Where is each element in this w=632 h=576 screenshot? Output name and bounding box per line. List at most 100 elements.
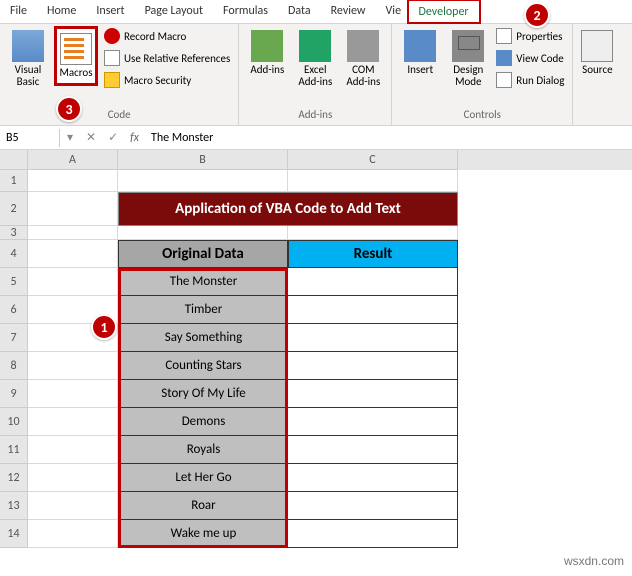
- code-group-label: Code: [6, 106, 232, 123]
- cell-c9[interactable]: [288, 380, 458, 408]
- cell-c1[interactable]: [288, 170, 458, 192]
- row-header-1[interactable]: 1: [0, 170, 28, 192]
- design-mode-button[interactable]: Design Mode: [446, 26, 490, 92]
- cell-b1[interactable]: [118, 170, 288, 192]
- cell-a13[interactable]: [28, 492, 118, 520]
- run-dialog-icon: [496, 72, 512, 88]
- tab-file[interactable]: File: [0, 0, 37, 23]
- macro-security-button[interactable]: Macro Security: [102, 70, 232, 90]
- cell-a14[interactable]: [28, 520, 118, 548]
- visual-basic-button[interactable]: Visual Basic: [6, 26, 50, 92]
- tab-review[interactable]: Review: [321, 0, 376, 23]
- tab-page-layout[interactable]: Page Layout: [135, 0, 213, 23]
- callout-badge-2: 2: [524, 2, 550, 28]
- macros-button[interactable]: Macros: [54, 26, 98, 86]
- tab-data[interactable]: Data: [278, 0, 321, 23]
- cell-a4[interactable]: [28, 240, 118, 268]
- cell-b9[interactable]: Story Of My Life: [118, 380, 288, 408]
- cell-a5[interactable]: [28, 268, 118, 296]
- cell-c5[interactable]: [288, 268, 458, 296]
- cell-b13[interactable]: Roar: [118, 492, 288, 520]
- record-macro-button[interactable]: Record Macro: [102, 26, 232, 46]
- cell-a10[interactable]: [28, 408, 118, 436]
- row-header-8[interactable]: 8: [0, 352, 28, 380]
- record-icon: [104, 28, 120, 44]
- cell-b6[interactable]: Timber: [118, 296, 288, 324]
- tab-home[interactable]: Home: [37, 0, 86, 23]
- cell-a12[interactable]: [28, 464, 118, 492]
- header-result[interactable]: Result: [288, 240, 458, 268]
- use-relative-button[interactable]: Use Relative References: [102, 48, 232, 68]
- row-header-10[interactable]: 10: [0, 408, 28, 436]
- com-addins-button[interactable]: COM Add-ins: [341, 26, 385, 92]
- row-header-12[interactable]: 12: [0, 464, 28, 492]
- col-header-b[interactable]: B: [118, 150, 288, 170]
- row-header-5[interactable]: 5: [0, 268, 28, 296]
- cell-a11[interactable]: [28, 436, 118, 464]
- cell-b11[interactable]: Royals: [118, 436, 288, 464]
- ribbon-group-addins: Add-ins Excel Add-ins COM Add-ins Add-in…: [239, 24, 392, 125]
- row-header-4[interactable]: 4: [0, 240, 28, 268]
- cell-b5[interactable]: The Monster: [118, 268, 288, 296]
- row-header-14[interactable]: 14: [0, 520, 28, 548]
- cell-c11[interactable]: [288, 436, 458, 464]
- formula-input[interactable]: The Monster: [145, 129, 632, 147]
- view-code-icon: [496, 50, 512, 66]
- row-header-2[interactable]: 2: [0, 192, 28, 226]
- header-original-data[interactable]: Original Data: [118, 240, 288, 268]
- cell-b7[interactable]: Say Something: [118, 324, 288, 352]
- run-dialog-button[interactable]: Run Dialog: [494, 70, 566, 90]
- cell-b3[interactable]: [118, 226, 288, 240]
- relative-icon: [104, 50, 120, 66]
- enter-icon: ✓: [102, 130, 124, 145]
- col-header-c[interactable]: C: [288, 150, 458, 170]
- cell-b12[interactable]: Let Her Go: [118, 464, 288, 492]
- cell-a2[interactable]: [28, 192, 118, 226]
- cell-c14[interactable]: [288, 520, 458, 548]
- addins-button[interactable]: Add-ins: [245, 26, 289, 80]
- row-header-6[interactable]: 6: [0, 296, 28, 324]
- tab-insert[interactable]: Insert: [86, 0, 134, 23]
- cell-c3[interactable]: [288, 226, 458, 240]
- worksheet-grid: A B C 1 2 Application of VBA Code to Add …: [0, 150, 632, 548]
- title-merged-cell[interactable]: Application of VBA Code to Add Text: [118, 192, 458, 226]
- row-header-9[interactable]: 9: [0, 380, 28, 408]
- excel-addins-button[interactable]: Excel Add-ins: [293, 26, 337, 92]
- watermark: wsxdn.com: [564, 554, 624, 568]
- row-header-3[interactable]: 3: [0, 226, 28, 240]
- row-header-13[interactable]: 13: [0, 492, 28, 520]
- ribbon-group-controls: Insert Design Mode Properties View Code …: [392, 24, 573, 125]
- name-box[interactable]: B5: [0, 129, 60, 147]
- fx-icon[interactable]: fx: [124, 131, 145, 145]
- cell-c8[interactable]: [288, 352, 458, 380]
- cell-a1[interactable]: [28, 170, 118, 192]
- cell-b10[interactable]: Demons: [118, 408, 288, 436]
- cell-a3[interactable]: [28, 226, 118, 240]
- name-box-dropdown[interactable]: ▾: [60, 130, 80, 145]
- row-header-7[interactable]: 7: [0, 324, 28, 352]
- formula-bar: B5 ▾ ✕ ✓ fx The Monster: [0, 126, 632, 150]
- insert-control-button[interactable]: Insert: [398, 26, 442, 80]
- cell-c10[interactable]: [288, 408, 458, 436]
- cell-c6[interactable]: [288, 296, 458, 324]
- tab-developer[interactable]: Developer: [407, 0, 481, 24]
- tab-view[interactable]: Vie: [376, 0, 408, 23]
- cell-a9[interactable]: [28, 380, 118, 408]
- tab-formulas[interactable]: Formulas: [213, 0, 278, 23]
- view-code-button[interactable]: View Code: [494, 48, 566, 68]
- row-header-11[interactable]: 11: [0, 436, 28, 464]
- properties-button[interactable]: Properties: [494, 26, 566, 46]
- ribbon-group-xml: Source: [573, 24, 613, 125]
- source-button[interactable]: Source: [579, 26, 613, 80]
- cell-b8[interactable]: Counting Stars: [118, 352, 288, 380]
- cell-b14[interactable]: Wake me up: [118, 520, 288, 548]
- addins-group-label: Add-ins: [245, 106, 385, 123]
- col-header-a[interactable]: A: [28, 150, 118, 170]
- cell-c7[interactable]: [288, 324, 458, 352]
- cell-c13[interactable]: [288, 492, 458, 520]
- cell-c12[interactable]: [288, 464, 458, 492]
- select-all-button[interactable]: [0, 150, 28, 170]
- controls-group-label: Controls: [398, 106, 566, 123]
- cell-a8[interactable]: [28, 352, 118, 380]
- com-addins-icon: [347, 30, 379, 62]
